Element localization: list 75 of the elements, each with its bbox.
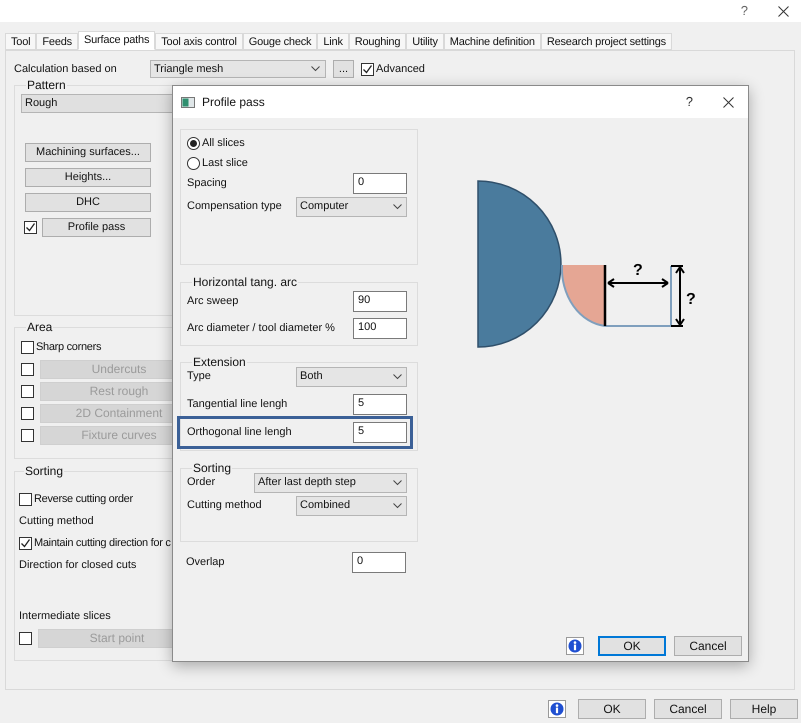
field-label: Direction for closed cuts (19, 558, 136, 573)
close-icon[interactable] (723, 96, 734, 108)
push-button[interactable]: Machining surfaces... (25, 143, 151, 162)
tab[interactable]: Machine definition (444, 33, 541, 50)
chevron-icon (393, 502, 402, 508)
dropdown[interactable]: Both (296, 366, 407, 386)
dropdown[interactable]: Triangle mesh (150, 60, 326, 78)
group-title: Sorting (192, 462, 232, 475)
checkbox[interactable] (21, 340, 34, 354)
input-field[interactable]: 0 (352, 552, 406, 573)
info-icon[interactable] (548, 700, 566, 718)
dimension-label: ? (686, 291, 696, 308)
tab[interactable]: Surface paths (78, 31, 156, 50)
tab[interactable]: Utility (406, 33, 444, 50)
field-label: Intermediate slices (19, 608, 111, 624)
checkbox[interactable] (24, 221, 37, 234)
input-field[interactable]: 0 (353, 173, 407, 194)
radio-button[interactable] (187, 136, 200, 150)
tab[interactable]: Tool (5, 33, 36, 50)
checkbox-label: Reverse cutting order (34, 492, 133, 507)
tab[interactable]: Roughing (348, 33, 406, 50)
field-label: Arc diameter / tool diameter % (187, 321, 335, 336)
info-icon[interactable] (566, 637, 584, 655)
field-label: Cutting method (187, 498, 262, 514)
tab[interactable]: Feeds (36, 33, 78, 50)
push-button[interactable]: Cancel (674, 636, 742, 656)
checkbox-label: Sharp corners (36, 340, 102, 355)
radio-label: All slices (202, 136, 245, 151)
group-title: Pattern (26, 79, 67, 92)
dialog-title: Profile pass (202, 94, 265, 111)
field-label: Overlap (186, 555, 225, 570)
push-button[interactable]: Heights... (25, 168, 151, 187)
dropdown[interactable]: Combined (296, 496, 407, 516)
tab[interactable]: Gouge check (242, 33, 318, 50)
dropdown[interactable]: After last depth step (254, 472, 407, 492)
option-button[interactable]: Profile pass (42, 218, 151, 237)
window-icon (181, 96, 195, 108)
push-button[interactable]: Help (730, 699, 798, 719)
tab[interactable]: Tool axis control (155, 33, 243, 50)
help-glyph[interactable]: ? (686, 92, 693, 112)
chevron-icon (393, 480, 402, 486)
chevron-icon (393, 204, 402, 210)
input-field[interactable]: 90 (353, 291, 407, 312)
field-label: Compensation type (187, 199, 282, 214)
push-button[interactable]: DHC (25, 193, 151, 212)
radio-label: Last slice (202, 156, 248, 171)
group-title: Sorting (24, 465, 64, 478)
input-field[interactable]: 5 (353, 422, 407, 443)
push-button[interactable]: Cancel (654, 699, 722, 719)
field-label: Arc sweep (187, 294, 238, 310)
radio-button[interactable] (187, 156, 200, 170)
checkbox[interactable] (19, 536, 32, 550)
input-field[interactable]: 5 (353, 394, 407, 415)
push-button[interactable]: OK (578, 699, 646, 719)
field-label: Spacing (187, 176, 227, 192)
group-title: Horizontal tang. arc (192, 276, 298, 289)
push-button[interactable]: OK (598, 636, 666, 656)
field-label: Cutting method (19, 514, 94, 529)
checkbox[interactable] (361, 62, 374, 76)
checkbox-label: Advanced (376, 62, 425, 77)
dropdown[interactable]: Computer (296, 196, 407, 216)
chevron-icon (393, 374, 402, 380)
input-field[interactable]: 100 (353, 318, 407, 339)
field-label: Calculation based on (14, 62, 118, 77)
close-icon[interactable] (778, 6, 789, 16)
field-label: Order (187, 475, 216, 490)
tab[interactable]: Research project settings (540, 33, 672, 50)
checkbox-label: Maintain cutting direction for c (34, 536, 171, 551)
group-title: Area (26, 321, 54, 334)
chevron-icon (311, 66, 320, 72)
help-glyph[interactable]: ? (740, 1, 748, 21)
dimension-label: ? (633, 262, 643, 279)
browse-button[interactable]: ... (333, 60, 354, 78)
checkbox[interactable] (19, 492, 32, 506)
tab[interactable]: Link (317, 33, 349, 50)
